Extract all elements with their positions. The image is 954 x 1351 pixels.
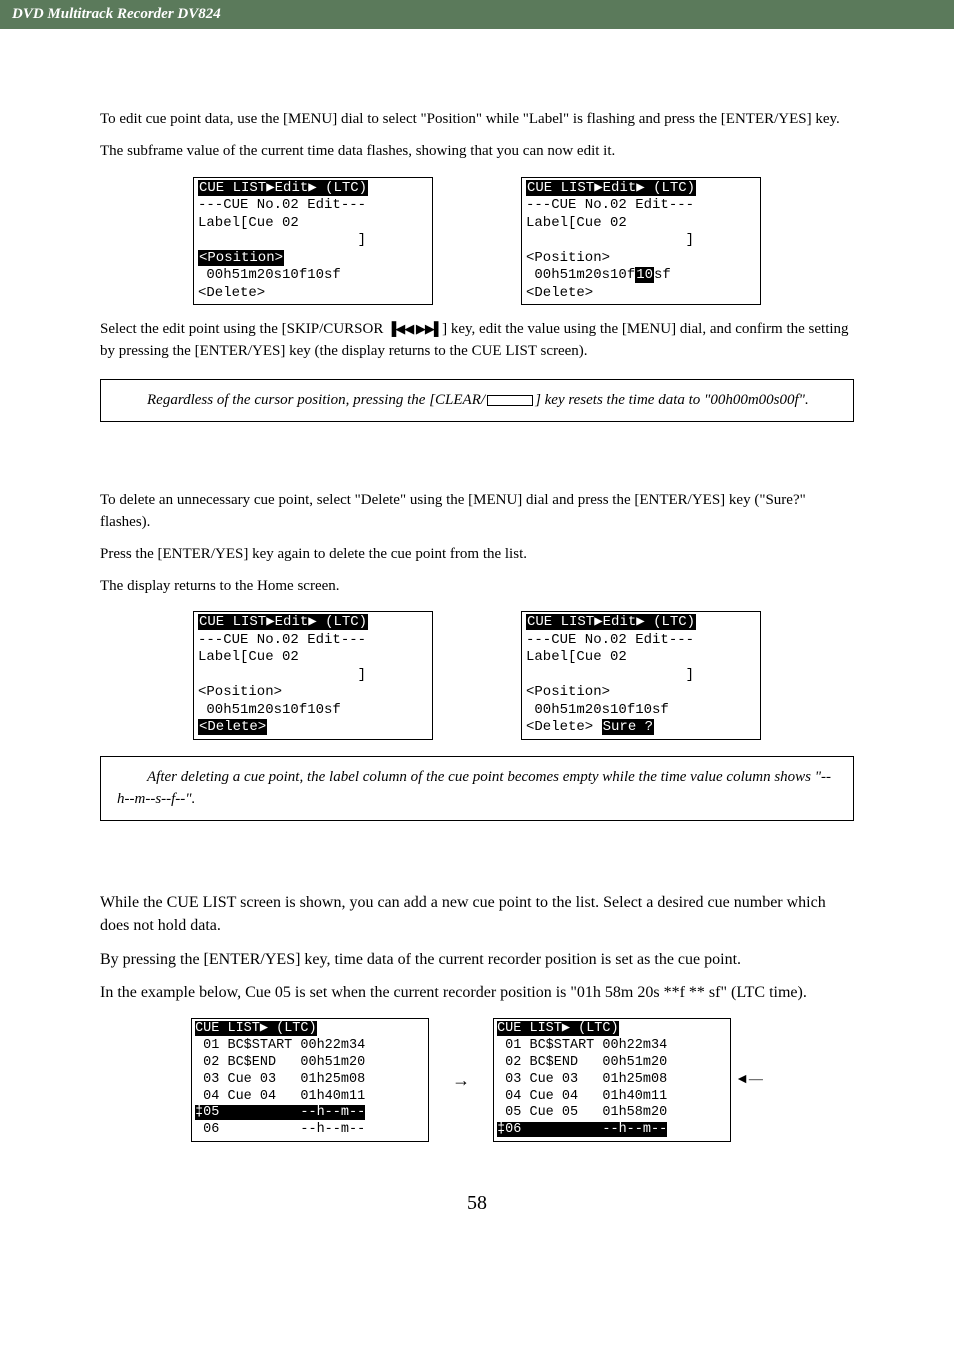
arrow-right-icon: → — [447, 1070, 475, 1091]
lcd-screen-2: CUE LIST▶Edit▶ (LTC) ---CUE No.02 Edit--… — [521, 177, 761, 306]
lcd1-l3: ] — [198, 232, 366, 248]
lcd2-l2: Label[Cue 02 — [526, 215, 627, 231]
note1-b: ] key resets the time data to "00h00m00s… — [535, 392, 809, 408]
clear-key-icon — [487, 395, 533, 406]
para-delete-b: Press the [ENTER/YES] key again to delet… — [100, 544, 854, 566]
skip-cursor-icons: ▐◀◀ ▶▶▌ — [387, 321, 442, 336]
para2-a: Select the edit point using the [SKIP/CU… — [100, 321, 387, 337]
page-content: To edit cue point data, use the [MENU] d… — [0, 69, 954, 1255]
lcd4-position: <Position> — [526, 684, 610, 700]
lcd1-l1: ---CUE No.02 Edit--- — [198, 197, 366, 213]
lcd-list-row: CUE LIST▶ (LTC) 01 BC$START 00h22m34 02 … — [100, 1018, 854, 1142]
lcd3-time: 00h51m20s10f10sf — [198, 702, 341, 718]
lcd2-time-b: sf — [654, 267, 671, 283]
lcd2-title: CUE LIST▶Edit▶ (LTC) — [526, 180, 696, 196]
list-left-r5-hl: ‡05 --h--m-- — [195, 1105, 365, 1120]
lcd4-l1: ---CUE No.02 Edit--- — [526, 632, 694, 648]
lcd-screen-4: CUE LIST▶Edit▶ (LTC) ---CUE No.02 Edit--… — [521, 611, 761, 740]
lcd1-delete: <Delete> — [198, 285, 265, 301]
para-delete-a: To delete an unnecessary cue point, sele… — [100, 490, 854, 534]
lcd1-l2: Label[Cue 02 — [198, 215, 299, 231]
para-edit-sub: The subframe value of the current time d… — [100, 141, 854, 163]
note1-a: Regardless of the cursor position, press… — [147, 392, 485, 408]
list-left-r1: 01 BC$START 00h22m34 — [195, 1038, 365, 1053]
list-right-r2: 02 BC$END 00h51m20 — [497, 1055, 667, 1070]
para-select-edit: Select the edit point using the [SKIP/CU… — [100, 319, 854, 363]
list-right-r3: 03 Cue 03 01h25m08 — [497, 1072, 667, 1087]
para-edit-intro: To edit cue point data, use the [MENU] d… — [100, 109, 854, 131]
lcd-row-2: CUE LIST▶Edit▶ (LTC) ---CUE No.02 Edit--… — [100, 611, 854, 740]
para-add-c: In the example below, Cue 05 is set when… — [100, 981, 854, 1004]
lcd3-l3: ] — [198, 667, 366, 683]
list-left-r3: 03 Cue 03 01h25m08 — [195, 1072, 365, 1087]
note2-text: After deleting a cue point, the label co… — [117, 769, 831, 807]
lcd3-l1: ---CUE No.02 Edit--- — [198, 632, 366, 648]
lcd4-l3: ] — [526, 667, 694, 683]
page-number: 58 — [100, 1192, 854, 1215]
lcd4-l2: Label[Cue 02 — [526, 649, 627, 665]
list-right-r6-hl: ‡06 --h--m-- — [497, 1122, 667, 1137]
lcd3-title: CUE LIST▶Edit▶ (LTC) — [198, 614, 368, 630]
list-left-title: CUE LIST▶ (LTC) — [195, 1021, 317, 1036]
lcd1-title: CUE LIST▶Edit▶ (LTC) — [198, 180, 368, 196]
list-right-r1: 01 BC$START 00h22m34 — [497, 1038, 667, 1053]
list-right-title: CUE LIST▶ (LTC) — [497, 1021, 619, 1036]
list-left-r6: 06 --h--m-- — [195, 1122, 365, 1137]
lcd2-l3: ] — [526, 232, 694, 248]
lcd-row-1: CUE LIST▶Edit▶ (LTC) ---CUE No.02 Edit--… — [100, 177, 854, 306]
lcd4-time: 00h51m20s10f10sf — [526, 702, 669, 718]
arrow-left-indicator: ◄— — [735, 1072, 763, 1088]
lcd3-delete-hl: <Delete> — [198, 719, 267, 735]
lcd-list-left: CUE LIST▶ (LTC) 01 BC$START 00h22m34 02 … — [191, 1018, 429, 1142]
list-right-r4: 04 Cue 04 01h40m11 — [497, 1089, 667, 1104]
note-box-1: Regardless of the cursor position, press… — [100, 379, 854, 423]
para-delete-c: The display returns to the Home screen. — [100, 576, 854, 598]
header-title: DVD Multitrack Recorder DV824 — [12, 6, 221, 22]
lcd-screen-3: CUE LIST▶Edit▶ (LTC) ---CUE No.02 Edit--… — [193, 611, 433, 740]
lcd2-position: <Position> — [526, 250, 610, 266]
header-bar: DVD Multitrack Recorder DV824 — [0, 0, 954, 29]
list-left-r2: 02 BC$END 00h51m20 — [195, 1055, 365, 1070]
lcd-screen-1: CUE LIST▶Edit▶ (LTC) ---CUE No.02 Edit--… — [193, 177, 433, 306]
list-right-r5: 05 Cue 05 01h58m20 — [497, 1105, 667, 1120]
lcd1-time: 00h51m20s10f10sf — [198, 267, 341, 283]
lcd1-position-hl: <Position> — [198, 250, 284, 266]
list-left-r4: 04 Cue 04 01h40m11 — [195, 1089, 365, 1104]
lcd3-position: <Position> — [198, 684, 282, 700]
note-box-2: After deleting a cue point, the label co… — [100, 756, 854, 822]
lcd2-time-hl: 10 — [635, 267, 654, 283]
lcd-list-right: CUE LIST▶ (LTC) 01 BC$START 00h22m34 02 … — [493, 1018, 731, 1142]
lcd3-l2: Label[Cue 02 — [198, 649, 299, 665]
lcd2-l1: ---CUE No.02 Edit--- — [526, 197, 694, 213]
lcd2-time-a: 00h51m20s10f — [526, 267, 635, 283]
lcd2-delete: <Delete> — [526, 285, 593, 301]
lcd4-delete: <Delete> — [526, 719, 602, 735]
lcd4-sure-hl: Sure ? — [602, 719, 654, 735]
para-add-b: By pressing the [ENTER/YES] key, time da… — [100, 948, 854, 971]
lcd4-title: CUE LIST▶Edit▶ (LTC) — [526, 614, 696, 630]
para-add-a: While the CUE LIST screen is shown, you … — [100, 891, 854, 937]
